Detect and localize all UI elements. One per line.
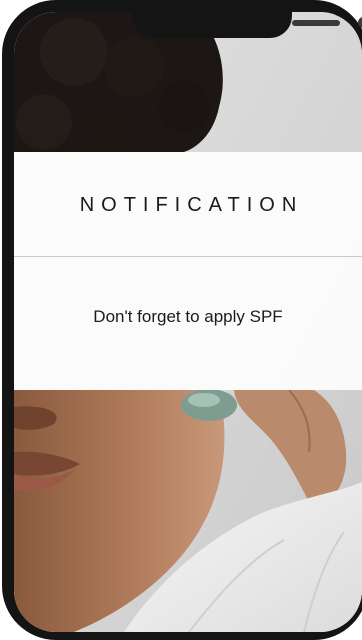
- phone-notch: [132, 0, 362, 38]
- notification-title: NOTIFICATION: [79, 194, 304, 216]
- camera-icon: [358, 17, 362, 28]
- phone-screen: NOTIFICATION Don't forget to apply SPF: [14, 12, 362, 632]
- notification-message: Don't forget to apply SPF: [93, 307, 283, 326]
- notification-card[interactable]: NOTIFICATION Don't forget to apply SPF: [14, 152, 362, 390]
- speaker-icon: [292, 20, 340, 26]
- phone-frame: NOTIFICATION Don't forget to apply SPF: [2, 0, 362, 640]
- notification-divider: [14, 256, 362, 257]
